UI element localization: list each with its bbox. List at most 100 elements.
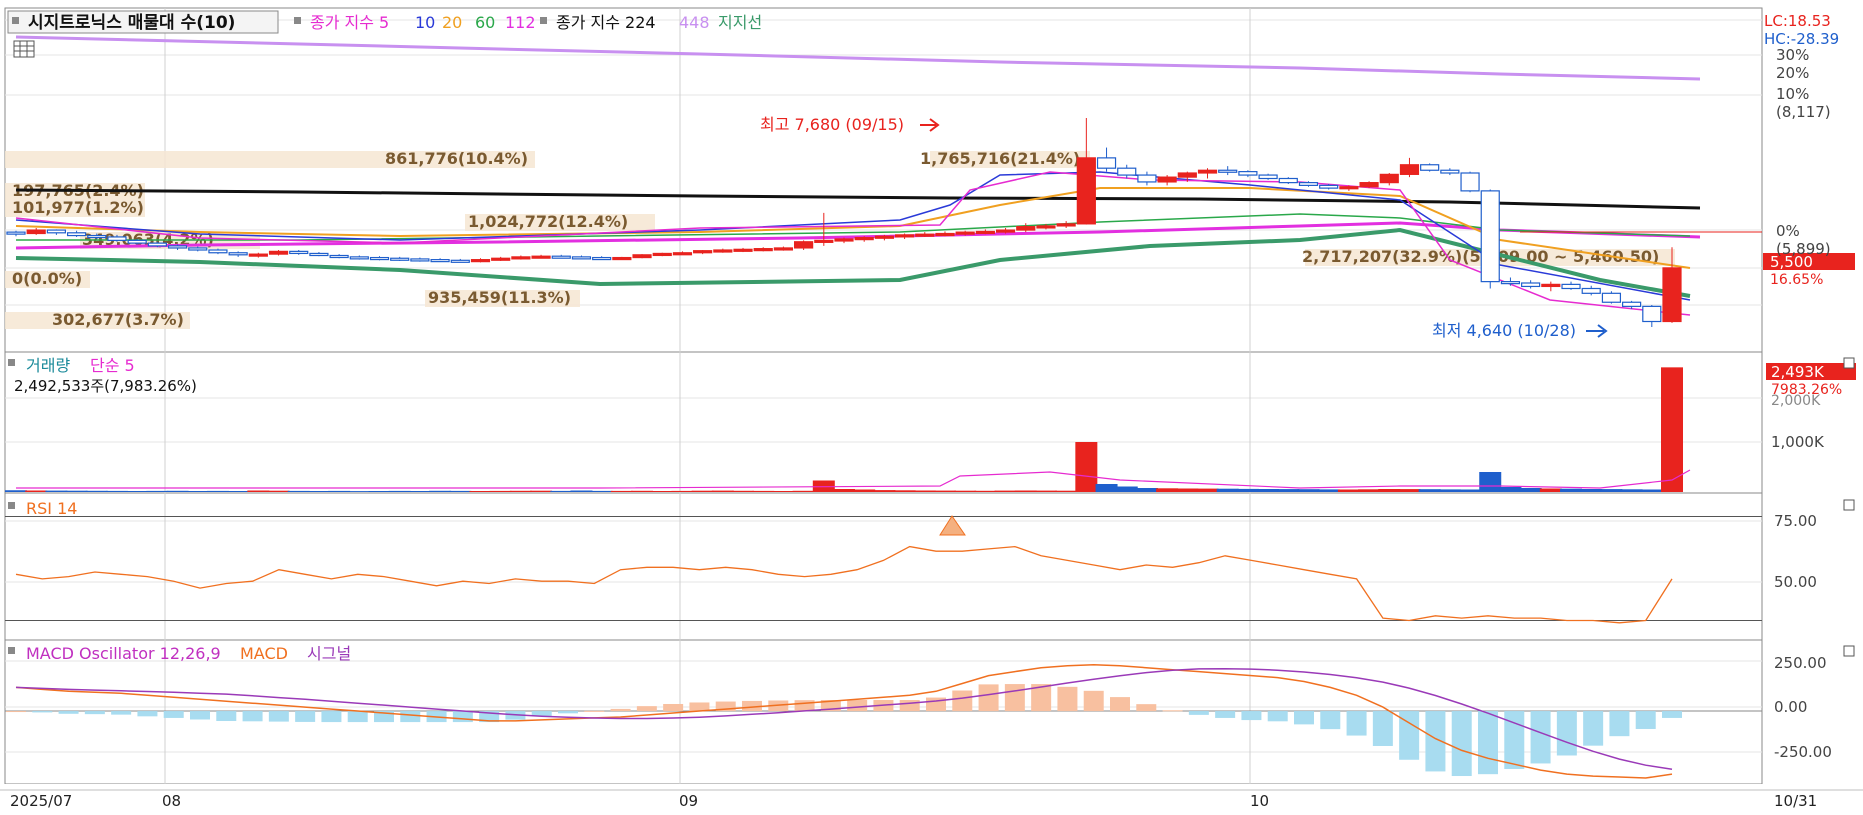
candle-body [228,252,248,256]
macd-oscillator-bar [610,708,631,712]
legend-ma-10: 10 [415,13,435,32]
candle-body [592,256,612,261]
macd-oscillator-bar [584,710,605,712]
candle-body [1016,226,1036,231]
volume-bar [45,490,68,492]
volume-bar [25,490,48,492]
candle-body [208,249,228,254]
volume-bar [1075,442,1098,492]
macd-oscillator-bar [1372,711,1393,746]
macd-oscillator-bar [899,700,920,712]
volume-profile-label: 861,776(10.4%) [385,149,528,168]
macd-oscillator-bar [1241,711,1262,721]
volume-bar [1216,488,1239,492]
macd-oscillator-bar [1451,711,1472,777]
legend-ma-5: 종가 지수 5 [310,13,389,32]
candle-body [1662,267,1682,323]
volume-bar [146,490,169,492]
volume-bar [1661,367,1683,492]
volume-bar [1479,472,1502,492]
volume-bar [772,491,795,492]
volume-bar [853,489,876,492]
volume-bar [1156,488,1179,492]
close-icon [1843,357,1855,369]
candle-body [1238,171,1258,176]
candle-body [26,229,46,235]
macd-oscillator-bar [1583,711,1604,746]
candle-body [127,239,147,244]
candle-body [1157,176,1177,183]
candle-body [1036,225,1056,229]
right-axis-tick: 0% [1776,222,1800,240]
volume-bar [328,490,351,492]
macd-oscillator-bar [1188,711,1209,715]
candle-body [834,238,854,242]
volume-bar [1640,489,1663,492]
rsi-title: RSI 14 [26,499,77,518]
candle-body [1096,157,1117,169]
volume-bar [671,490,694,492]
volume-bar [449,490,472,492]
macd-oscillator-bar [58,711,79,714]
candle-body [1399,164,1420,175]
candle-body [915,233,935,237]
right-axis-tick: 20% [1776,64,1809,82]
candle-body [652,252,672,257]
volume-bar [1014,490,1037,492]
candle-body [1460,172,1480,192]
volume-bar [893,490,916,492]
macd-oscillator-bar [1083,690,1104,712]
x-axis-label: 08 [162,792,181,810]
candle-body [66,232,87,237]
x-axis-strip [0,784,1863,815]
volume-bar [913,490,936,492]
legend-marker-icon [294,17,301,24]
macd-oscillator-bar [1162,710,1183,712]
candle-body [87,234,107,239]
candle-body [6,231,26,235]
macd-oscillator-bar [663,703,684,712]
volume-bar [1135,488,1158,492]
candle-body [491,257,511,261]
volume-bar [267,490,290,492]
volume-bar [1600,489,1623,492]
volume-bar [1620,489,1643,492]
candle-body [1359,182,1379,188]
volume-bar [530,490,553,492]
candle-body [1076,157,1096,225]
volume-profile-label: 302,677(3.7%) [52,310,184,329]
candle-body [693,250,713,254]
stock-chart: 861,776(10.4%) 1,765,716(21.4%)197,765(2.… [0,7,1863,815]
candle-body [369,256,390,261]
candle-body [188,247,208,251]
candle-body [450,259,470,263]
volume-bar [651,491,674,492]
candle-body [1278,177,1298,184]
legend-marker-icon [540,17,547,24]
candle-body [1480,190,1500,283]
macd-oscillator-bar [84,711,105,715]
volume-bar [186,491,209,492]
chart-title: 시지트로닉스 매물대 수(10) [28,13,235,33]
volume-tag: 2,493K [1771,363,1825,381]
x-axis-label: 2025/07 [10,792,72,810]
volume-bar [1378,489,1401,492]
volume-bar [85,490,108,492]
volume-bar [974,490,997,492]
candle-body [794,241,814,249]
volume-bar [1176,488,1199,492]
volume-profile-label: 101,977(1.2%) [12,198,144,217]
macd-tick: -250.00 [1774,743,1832,761]
volume-bar [550,490,573,492]
macd-oscillator-bar [1609,711,1630,737]
volume-bar [105,490,128,492]
volume-bar [5,490,27,492]
volume-bar [1055,490,1078,492]
volume-bar [1236,488,1259,492]
candle-body [147,242,167,247]
rsi-tick: 50.00 [1774,573,1817,591]
volume-bar [1560,488,1583,492]
low-annotation: 최저 4,640 (10/28) [1432,321,1576,340]
volume-title: 거래량 [26,356,70,375]
macd-oscillator-bar [558,711,578,714]
